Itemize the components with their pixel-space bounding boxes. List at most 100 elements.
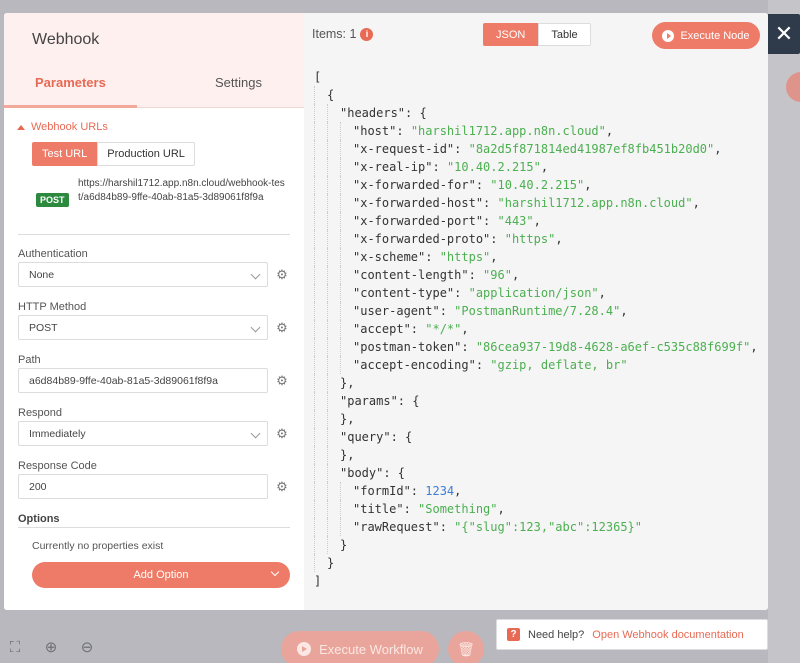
json-line: "formId": 1234, (314, 482, 758, 500)
webhook-urls-toggle[interactable]: Webhook URLs (17, 121, 108, 133)
json-token: "96" (483, 268, 512, 282)
tab-settings[interactable]: Settings (215, 75, 262, 90)
indent-guide (327, 122, 340, 140)
webhook-urls-label: Webhook URLs (31, 121, 108, 133)
json-token: "formId" (353, 484, 411, 498)
json-token: , (555, 232, 563, 246)
authentication-label: Authentication (18, 248, 88, 260)
json-token: }, (340, 412, 355, 426)
json-token: , (540, 160, 549, 174)
indent-guide (340, 194, 353, 212)
json-token: "*/*" (425, 322, 462, 336)
indent-guide (327, 176, 340, 194)
zoom-out-icon[interactable]: ⊖ (76, 636, 98, 658)
indent-guide (327, 194, 340, 212)
json-token: : (425, 250, 440, 264)
http-method-select[interactable]: POST (18, 315, 268, 340)
authentication-select[interactable]: None (18, 262, 268, 287)
respond-value: Immediately (29, 427, 86, 440)
json-token: , (490, 250, 498, 264)
zoom-in-icon[interactable]: ⊕ (40, 636, 62, 658)
indent-guide (327, 482, 340, 500)
json-token: : { (397, 394, 420, 408)
json-line: [ (314, 68, 758, 86)
path-input[interactable]: a6d84b89-9ffe-40ab-81a5-3d89061f8f9a (18, 368, 268, 393)
url-type-toggle: Test URL Production URL (32, 142, 195, 166)
indent-guide (340, 320, 353, 338)
indent-guide (327, 248, 340, 266)
indent-guide (314, 284, 327, 302)
indent-guide (340, 248, 353, 266)
indent-guide (314, 482, 327, 500)
chevron-down-icon (270, 567, 280, 577)
help-text: Need help? (528, 628, 585, 641)
close-dialog-button[interactable]: ✕ (768, 14, 800, 54)
json-line: "headers": { (314, 104, 758, 122)
json-token: : (396, 124, 411, 138)
documentation-link[interactable]: Open Webhook documentation (592, 629, 743, 641)
gear-icon[interactable]: ⚙ (274, 373, 290, 389)
indent-guide (340, 266, 353, 284)
json-token: "user-agent" (353, 304, 440, 318)
json-view-button[interactable]: JSON (483, 23, 539, 46)
json-token: : (454, 286, 469, 300)
chevron-down-icon (250, 428, 261, 439)
json-token: "accept-encoding" (353, 358, 476, 372)
json-token: "postman-token" (353, 340, 462, 354)
json-token: "86cea937-19d8-4628-a6ef-c535c88f699f" (475, 340, 751, 354)
info-icon[interactable]: i (360, 27, 374, 41)
indent-guide (327, 410, 340, 428)
json-token: : (483, 196, 498, 210)
tab-parameters[interactable]: Parameters (35, 75, 106, 90)
gear-icon[interactable]: ⚙ (274, 267, 290, 283)
json-token: "host" (353, 124, 397, 138)
json-token: , (620, 304, 628, 318)
execute-node-button[interactable]: Execute Node (652, 22, 760, 49)
gear-icon[interactable]: ⚙ (274, 320, 290, 336)
indent-guide (340, 122, 353, 140)
production-url-tab[interactable]: Production URL (97, 142, 195, 166)
json-token: }, (340, 448, 355, 462)
indent-guide (327, 428, 340, 446)
json-line: "content-length": "96", (314, 266, 758, 284)
execute-node-label: Execute Node (680, 29, 750, 42)
json-token: , (454, 484, 462, 498)
webhook-url[interactable]: https://harshil1712.app.n8n.cloud/webhoo… (78, 177, 288, 205)
indent-guide (314, 536, 327, 554)
indent-guide (314, 140, 327, 158)
gear-icon[interactable]: ⚙ (274, 479, 290, 495)
indent-guide (327, 338, 340, 356)
json-line: "rawRequest": "{"slug":123,"abc":12365}" (314, 518, 758, 536)
json-token: "10.40.2.215" (490, 178, 585, 192)
fit-view-icon[interactable]: ⛶ (4, 636, 26, 658)
json-token: } (327, 556, 335, 570)
json-token: : { (383, 466, 406, 480)
json-line: "postman-token": "86cea937-19d8-4628-a6e… (314, 338, 758, 356)
output-view-toggle: JSON Table (483, 23, 591, 46)
indent-guide (314, 302, 327, 320)
trash-icon[interactable]: 🗑 (448, 631, 484, 663)
table-view-button[interactable]: Table (538, 23, 591, 46)
gear-icon[interactable]: ⚙ (274, 426, 290, 442)
add-option-button[interactable]: Add Option (32, 562, 290, 588)
json-token: : (461, 340, 476, 354)
response-code-input[interactable]: 200 (18, 474, 268, 499)
json-token: "443" (497, 214, 534, 228)
json-output[interactable]: [{"headers": {"host": "harshil1712.app.n… (314, 68, 758, 590)
json-token: "accept" (353, 322, 411, 336)
json-token: , (598, 286, 606, 300)
json-token: : (439, 304, 455, 318)
indent-guide (340, 158, 353, 176)
indent-guide (314, 446, 327, 464)
json-token: , (497, 502, 505, 516)
respond-select[interactable]: Immediately (18, 421, 268, 446)
indent-guide (327, 284, 340, 302)
json-token: , (511, 268, 520, 282)
indent-guide (327, 230, 340, 248)
path-value: a6d84b89-9ffe-40ab-81a5-3d89061f8f9a (29, 374, 218, 387)
execute-workflow-button[interactable]: Execute Workflow (281, 631, 439, 663)
indent-guide (314, 104, 327, 122)
indent-guide (314, 410, 327, 428)
indent-guide (314, 338, 327, 356)
test-url-tab[interactable]: Test URL (32, 142, 98, 166)
